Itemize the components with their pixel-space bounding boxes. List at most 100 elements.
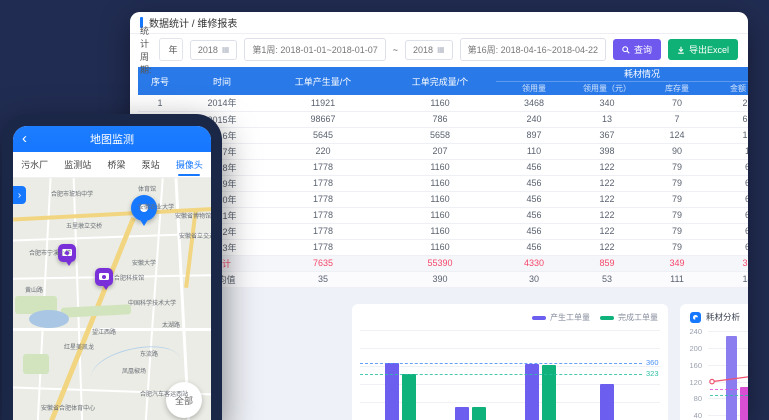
table-cell: 650 (712, 111, 748, 127)
table-cell: 220 (262, 143, 384, 159)
calendar-icon: ▦ (222, 45, 230, 54)
table-cell: 111 (642, 271, 712, 287)
y-axis-tick: 240 (684, 327, 702, 336)
phone-tab[interactable]: 污水厂 (21, 152, 48, 177)
table-row[interactable]: 42017年2202071103989019 (138, 143, 748, 159)
y-axis-tick: 40 (684, 411, 702, 420)
table-cell: 79 (642, 207, 712, 223)
download-icon (677, 46, 685, 54)
table-cell: 90 (642, 143, 712, 159)
camera-marker[interactable] (95, 268, 113, 286)
phone-tab[interactable]: 泵站 (142, 152, 160, 177)
table-cell: 1160 (384, 159, 496, 175)
bar (402, 374, 416, 420)
reference-line (710, 395, 748, 396)
reference-line (710, 389, 748, 390)
y-axis-tick: 200 (684, 344, 702, 353)
table-cell: 1160 (384, 223, 496, 239)
table-cell: 122 (572, 175, 642, 191)
table-cell: 456 (496, 159, 572, 175)
reference-line (360, 363, 642, 364)
gridline (360, 348, 660, 349)
phone-tab[interactable]: 摄像头 (176, 152, 203, 177)
export-excel-button[interactable]: 导出Excel (668, 39, 738, 60)
y-axis-tick: 80 (684, 394, 702, 403)
table-cell: 122 (572, 159, 642, 175)
table-row[interactable]: 12014年119211160346834070250 (138, 95, 748, 111)
table-cell: 2014年 (182, 95, 262, 111)
table-row[interactable]: 22015年98667786240137650 (138, 111, 748, 127)
table-row[interactable]: 82021年177811604561227967 (138, 207, 748, 223)
y-axis-tick: 120 (684, 378, 702, 387)
table-cell: 5658 (384, 127, 496, 143)
table-cell: 456 (496, 239, 572, 255)
table-cell: 122 (572, 239, 642, 255)
search-button[interactable]: 查询 (613, 39, 661, 60)
show-all-button[interactable]: 全部 (166, 382, 202, 418)
table-cell: 3468 (496, 95, 572, 111)
table-cell: 19 (712, 143, 748, 159)
dashboard-panel: 数据统计 / 维修报表 统计周期: 年季月周日 2018 ▦ 第1周: 2018… (130, 12, 748, 420)
table-cell: 1160 (384, 207, 496, 223)
table-cell: 5645 (262, 127, 384, 143)
table-cell: 859 (572, 255, 642, 271)
period-segment: 年季月周日 (159, 38, 183, 61)
reference-line-label: 360 (646, 358, 666, 367)
year-end-select[interactable]: 2018 ▦ (405, 40, 453, 60)
table-row[interactable]: 32016年56455658897367124129 (138, 127, 748, 143)
table-row[interactable]: 92022年177811604561227967 (138, 223, 748, 239)
table-cell: 53 (572, 271, 642, 287)
year-start-select[interactable]: 2018 ▦ (190, 40, 238, 60)
period-option[interactable]: 年 (160, 39, 183, 60)
table-cell: 1778 (262, 239, 384, 255)
map-place-label: 安徽大学 (132, 259, 156, 268)
export-button-label: 导出Excel (689, 43, 729, 56)
calendar-icon: ▦ (437, 45, 445, 54)
table-row[interactable]: 72020年177811604561227967 (138, 191, 748, 207)
map-place-label: 太湖路 (162, 321, 180, 330)
y-axis-tick: 160 (684, 361, 702, 370)
map-place-label: 红星美凯龙 (64, 343, 94, 352)
column-subheader: 金额（元） (712, 81, 748, 95)
range-end-field[interactable]: 第16周: 2018-04-16~2018-04-22 (460, 38, 606, 61)
map-place-label: 安徽省合肥体育中心 (41, 404, 95, 413)
table-cell: 349 (642, 255, 712, 271)
table-cell: 67 (712, 159, 748, 175)
table-cell: 1 (138, 95, 182, 111)
table-cell: 4330 (496, 255, 572, 271)
table-cell: 1160 (384, 191, 496, 207)
phone-tab[interactable]: 监测站 (64, 152, 91, 177)
phone-page-title: 地图监测 (90, 131, 134, 147)
table-cell: 67 (712, 239, 748, 255)
filter-toolbar: 统计周期: 年季月周日 2018 ▦ 第1周: 2018-01-01~2018-… (130, 34, 748, 65)
table-cell: 1778 (262, 175, 384, 191)
bar (600, 384, 614, 420)
table-cell: 11921 (262, 95, 384, 111)
table-row[interactable]: 62019年177811604561227967 (138, 175, 748, 191)
range-start-field[interactable]: 第1周: 2018-01-01~2018-01-07 (244, 38, 385, 61)
table-cell: 140 (712, 271, 748, 287)
range-end-value: 第16周: 2018-04-16~2018-04-22 (468, 43, 598, 56)
table-cell: 13 (572, 111, 642, 127)
table-cell: 456 (496, 191, 572, 207)
table-row[interactable]: 52018年177811604561227967 (138, 159, 748, 175)
phone-mockup: ‹ 地图监测 污水厂监测站桥梁泵站摄像头 (2, 114, 222, 420)
bar (455, 407, 469, 420)
table-cell: 340 (572, 95, 642, 111)
map-place-label: 体育馆 (138, 185, 156, 194)
table-row[interactable]: 102023年177811604561227967 (138, 239, 748, 255)
search-icon (622, 46, 630, 54)
back-icon[interactable]: ‹ (22, 128, 27, 150)
map-place-label: 安徽农业大学 (138, 203, 174, 212)
map-panel-expander[interactable]: › (13, 186, 26, 204)
phone-tab[interactable]: 桥梁 (107, 152, 125, 177)
report-table-container: 序号时间工单产生量/个工单完成量/个耗材情况领用量领用量（元）库存量金额（元）1… (130, 65, 748, 288)
map-view[interactable]: › 全部 合肥市琥珀中学体育馆安徽农业大学安徽省博物馆五里墩立交桥安徽省立交通合… (13, 178, 211, 420)
table-cell: 1160 (384, 239, 496, 255)
workorder-chart-plot: 360323 (352, 304, 668, 420)
column-header: 工单产生量/个 (262, 67, 384, 95)
gridline (360, 366, 660, 367)
table-cell: 897 (496, 127, 572, 143)
column-header: 工单完成量/个 (384, 67, 496, 95)
table-cell: 35 (262, 271, 384, 287)
